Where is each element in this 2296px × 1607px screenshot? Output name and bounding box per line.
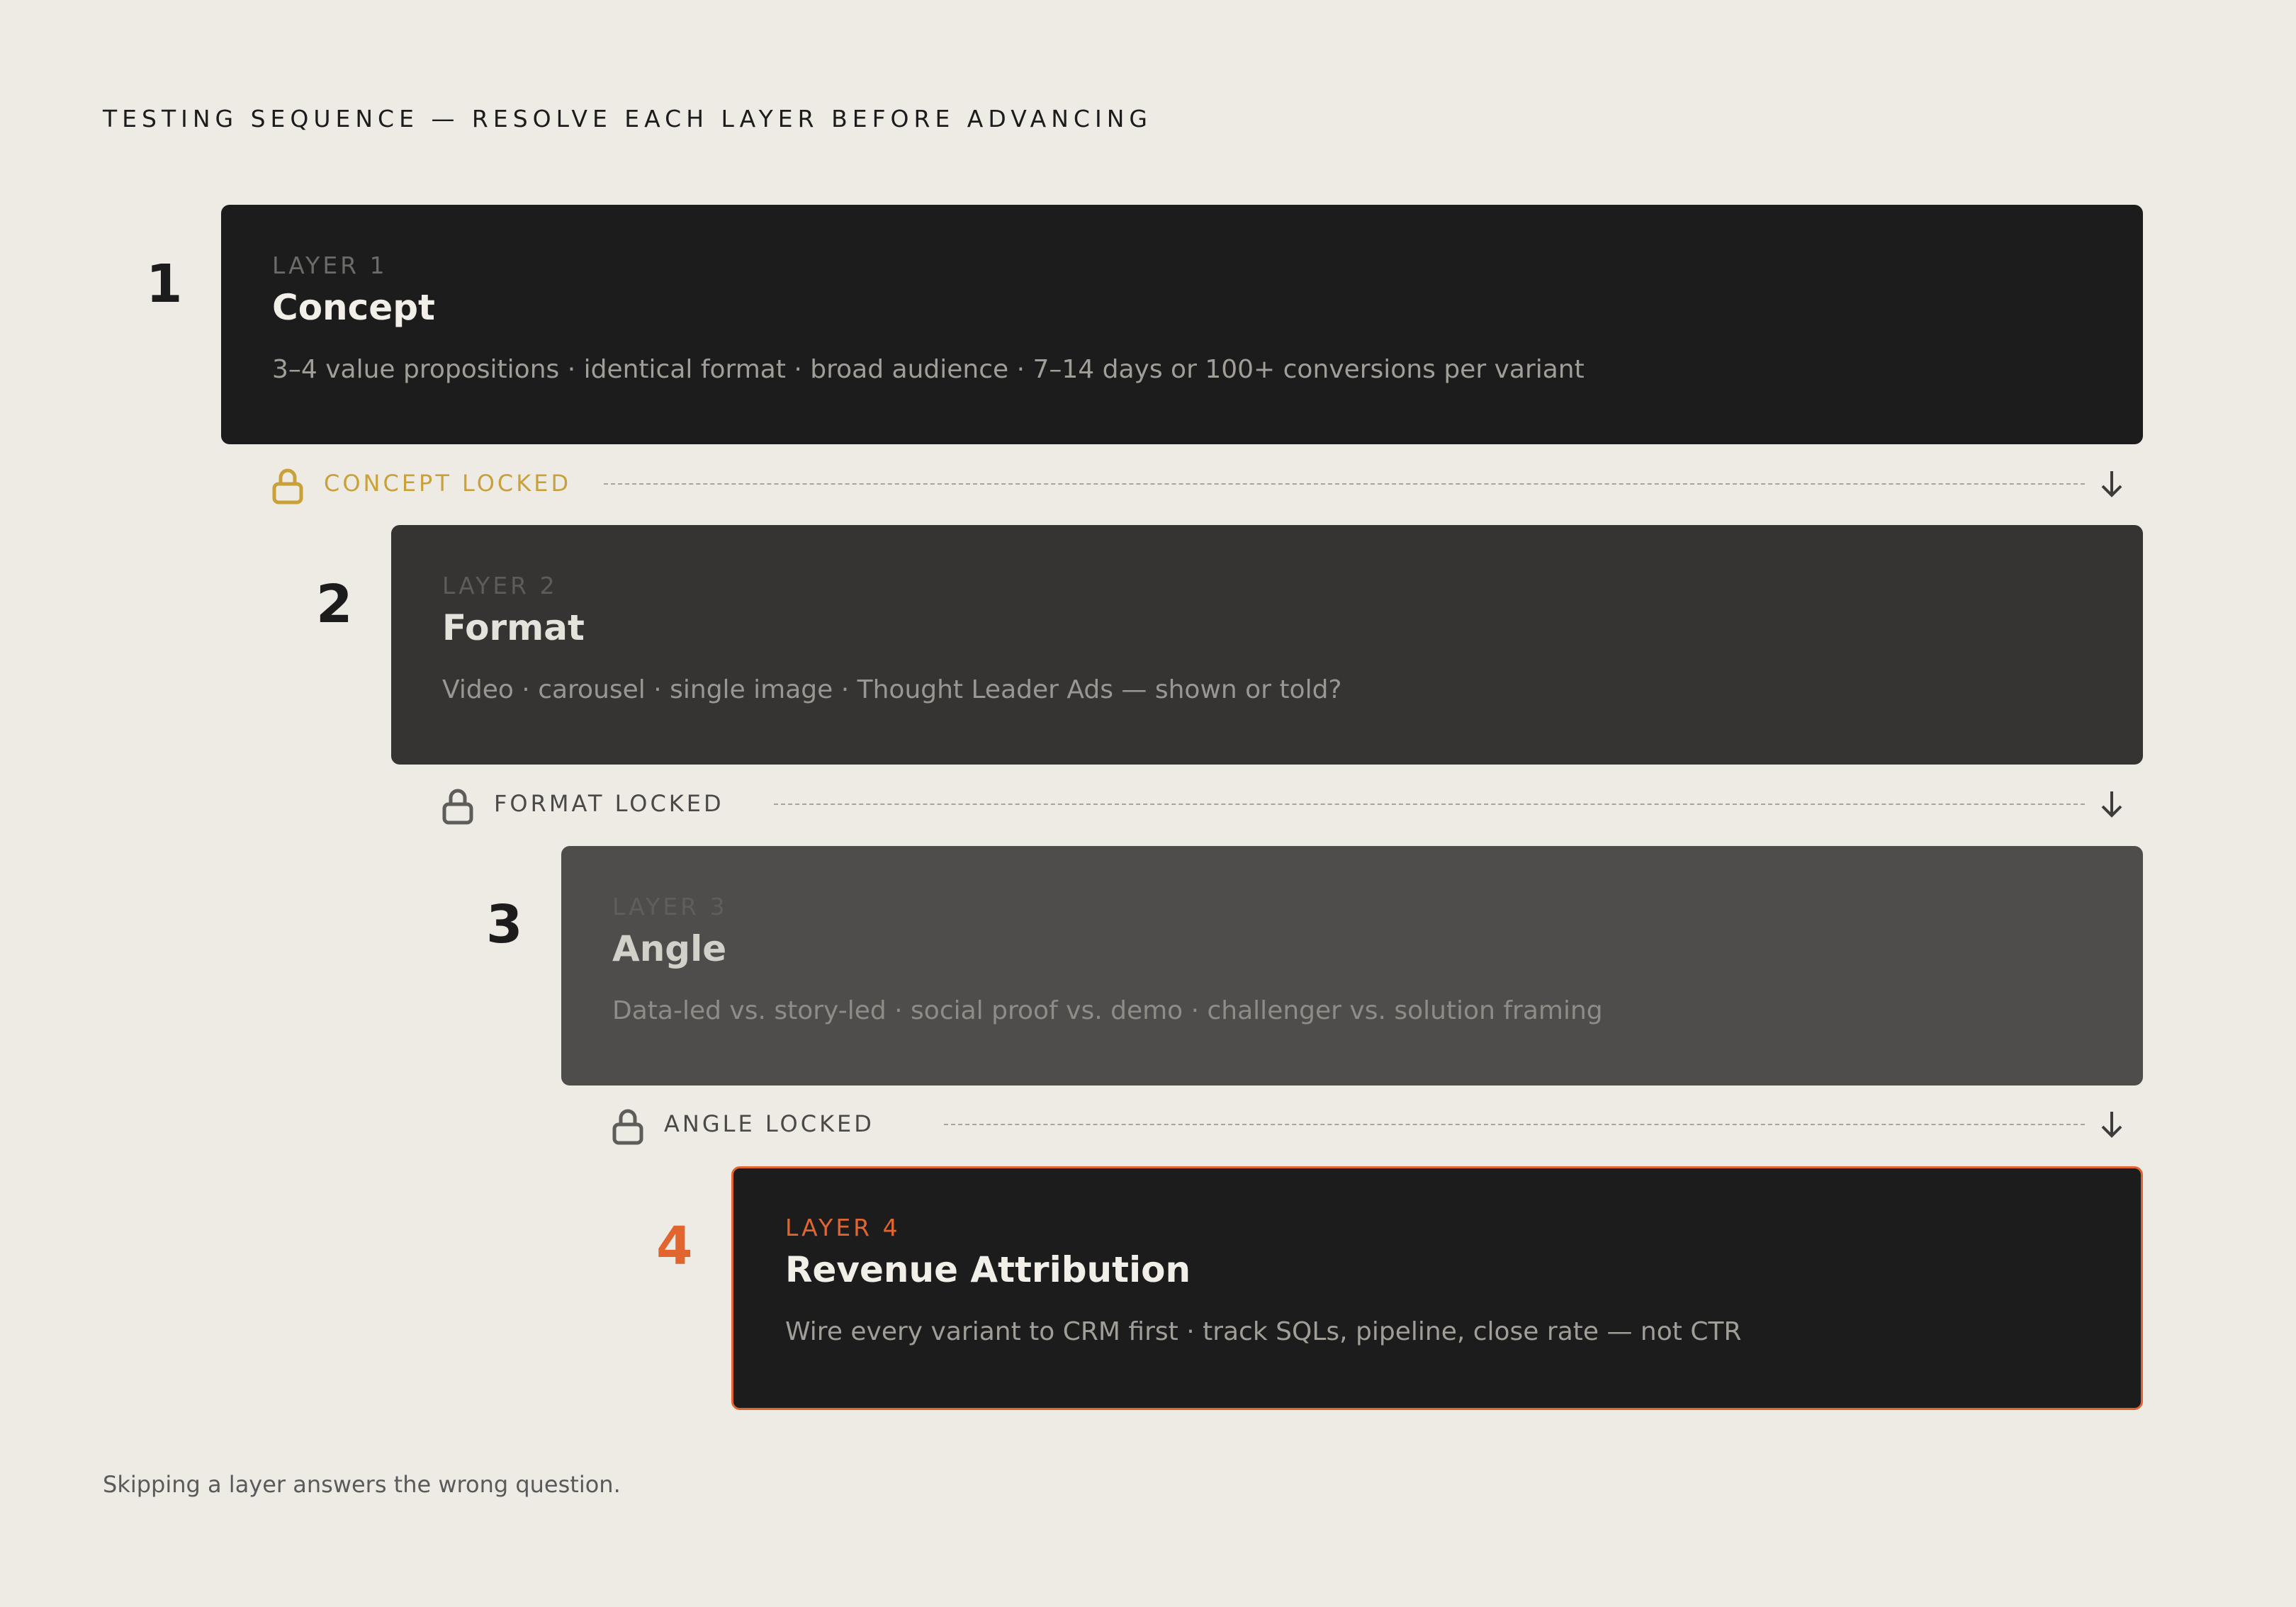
lock-label: FORMAT LOCKED (494, 790, 724, 817)
layer-description: Data-led vs. story-led · social proof vs… (612, 996, 1603, 1025)
layer-description: Wire every variant to CRM first · track … (785, 1317, 1742, 1346)
layer-description: Video · carousel · single image · Though… (442, 675, 1342, 704)
layer-title: Format (442, 607, 585, 648)
layer-kicker: LAYER 3 (612, 893, 728, 920)
lock-row-concept: CONCEPT LOCKED (272, 463, 2122, 505)
layer-number-3: 3 (486, 894, 523, 955)
layer-title: Angle (612, 928, 727, 969)
layer-description: 3–4 value propositions · identical forma… (272, 355, 1585, 384)
lock-label: CONCEPT LOCKED (324, 470, 572, 497)
layer-card-concept: LAYER 1 Concept 3–4 value propositions ·… (221, 205, 2143, 444)
layer-card-format: LAYER 2 Format Video · carousel · single… (391, 525, 2143, 765)
layer-number-4: 4 (656, 1216, 693, 1277)
arrow-down-icon (2101, 471, 2122, 497)
layer-title: Concept (272, 287, 435, 328)
lock-icon (272, 468, 303, 504)
layer-title: Revenue Attribution (785, 1249, 1191, 1290)
layer-kicker: LAYER 4 (785, 1214, 901, 1241)
arrow-down-icon (2101, 791, 2122, 818)
connector-line (944, 1124, 2085, 1125)
lock-label: ANGLE LOCKED (664, 1110, 874, 1137)
lock-icon (442, 789, 473, 825)
layer-number-1: 1 (146, 254, 183, 315)
layer-kicker: LAYER 2 (442, 572, 558, 599)
lock-row-angle: ANGLE LOCKED (612, 1103, 2122, 1146)
connector-line (604, 483, 2085, 485)
diagram-heading: TESTING SEQUENCE — RESOLVE EACH LAYER BE… (103, 105, 1152, 132)
layer-number-2: 2 (316, 574, 353, 635)
layer-card-angle: LAYER 3 Angle Data-led vs. story-led · s… (561, 846, 2143, 1086)
layer-kicker: LAYER 1 (272, 252, 388, 279)
arrow-down-icon (2101, 1112, 2122, 1138)
footer-note: Skipping a layer answers the wrong quest… (103, 1471, 621, 1498)
lock-row-format: FORMAT LOCKED (442, 783, 2122, 825)
layer-card-revenue-attribution: LAYER 4 Revenue Attribution Wire every v… (731, 1166, 2143, 1410)
lock-icon (612, 1109, 643, 1145)
connector-line (774, 804, 2085, 805)
